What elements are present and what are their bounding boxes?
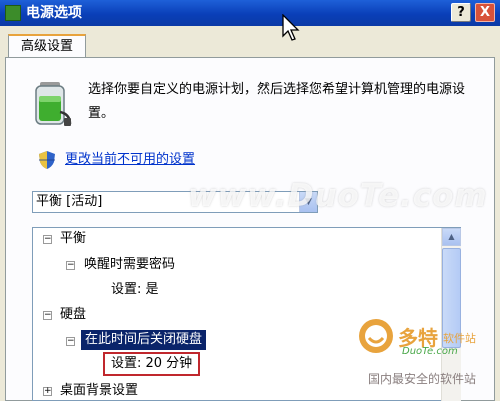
description-text: 选择你要自定义的电源计划，然后选择您希望计算机管理的电源设置。 [88, 82, 466, 121]
scroll-up-icon[interactable]: ▲ [442, 228, 461, 246]
tree-item-wake-password-setting[interactable]: 设置: 是 [111, 280, 159, 300]
watermark-logo [359, 319, 393, 353]
watermark-center: www.DuoTe.com [188, 178, 488, 214]
expand-icon[interactable]: + [43, 387, 52, 396]
close-button[interactable]: X [475, 3, 495, 22]
power-options-icon [5, 5, 21, 21]
tab-advanced-settings[interactable]: 高级设置 [8, 34, 86, 58]
watermark-brand-sub: 软件站 [443, 332, 476, 345]
tree-item-turn-off-disk-setting[interactable]: 设置: 20 分钟 [103, 352, 201, 376]
collapse-icon[interactable]: − [66, 261, 75, 270]
watermark-slogan: 国内最安全的软件站 [368, 372, 477, 386]
tree-item-hard-disk[interactable]: 硬盘 [60, 305, 86, 325]
collapse-icon[interactable]: − [66, 337, 75, 346]
help-button[interactable]: ? [451, 3, 471, 22]
power-plan-value: 平衡 [活动] [36, 194, 103, 209]
shield-icon [39, 151, 55, 169]
tree-item-desktop-background[interactable]: 桌面背景设置 [60, 381, 138, 400]
battery-icon [35, 82, 72, 126]
cursor-icon [282, 14, 300, 41]
tree-item-wake-password[interactable]: 唤醒时需要密码 [84, 255, 175, 275]
watermark-brand-url: DuoTe.com [402, 346, 458, 357]
window-title: 电源选项 [26, 5, 82, 21]
collapse-icon[interactable]: − [43, 311, 52, 320]
collapse-icon[interactable]: − [43, 235, 52, 244]
tree-item-turn-off-disk[interactable]: 在此时间后关闭硬盘 [81, 330, 207, 350]
tree-item-balanced[interactable]: 平衡 [60, 229, 86, 249]
title-bar: 电源选项 ? X [0, 0, 500, 26]
change-settings-link[interactable]: 更改当前不可用的设置 [65, 150, 195, 170]
